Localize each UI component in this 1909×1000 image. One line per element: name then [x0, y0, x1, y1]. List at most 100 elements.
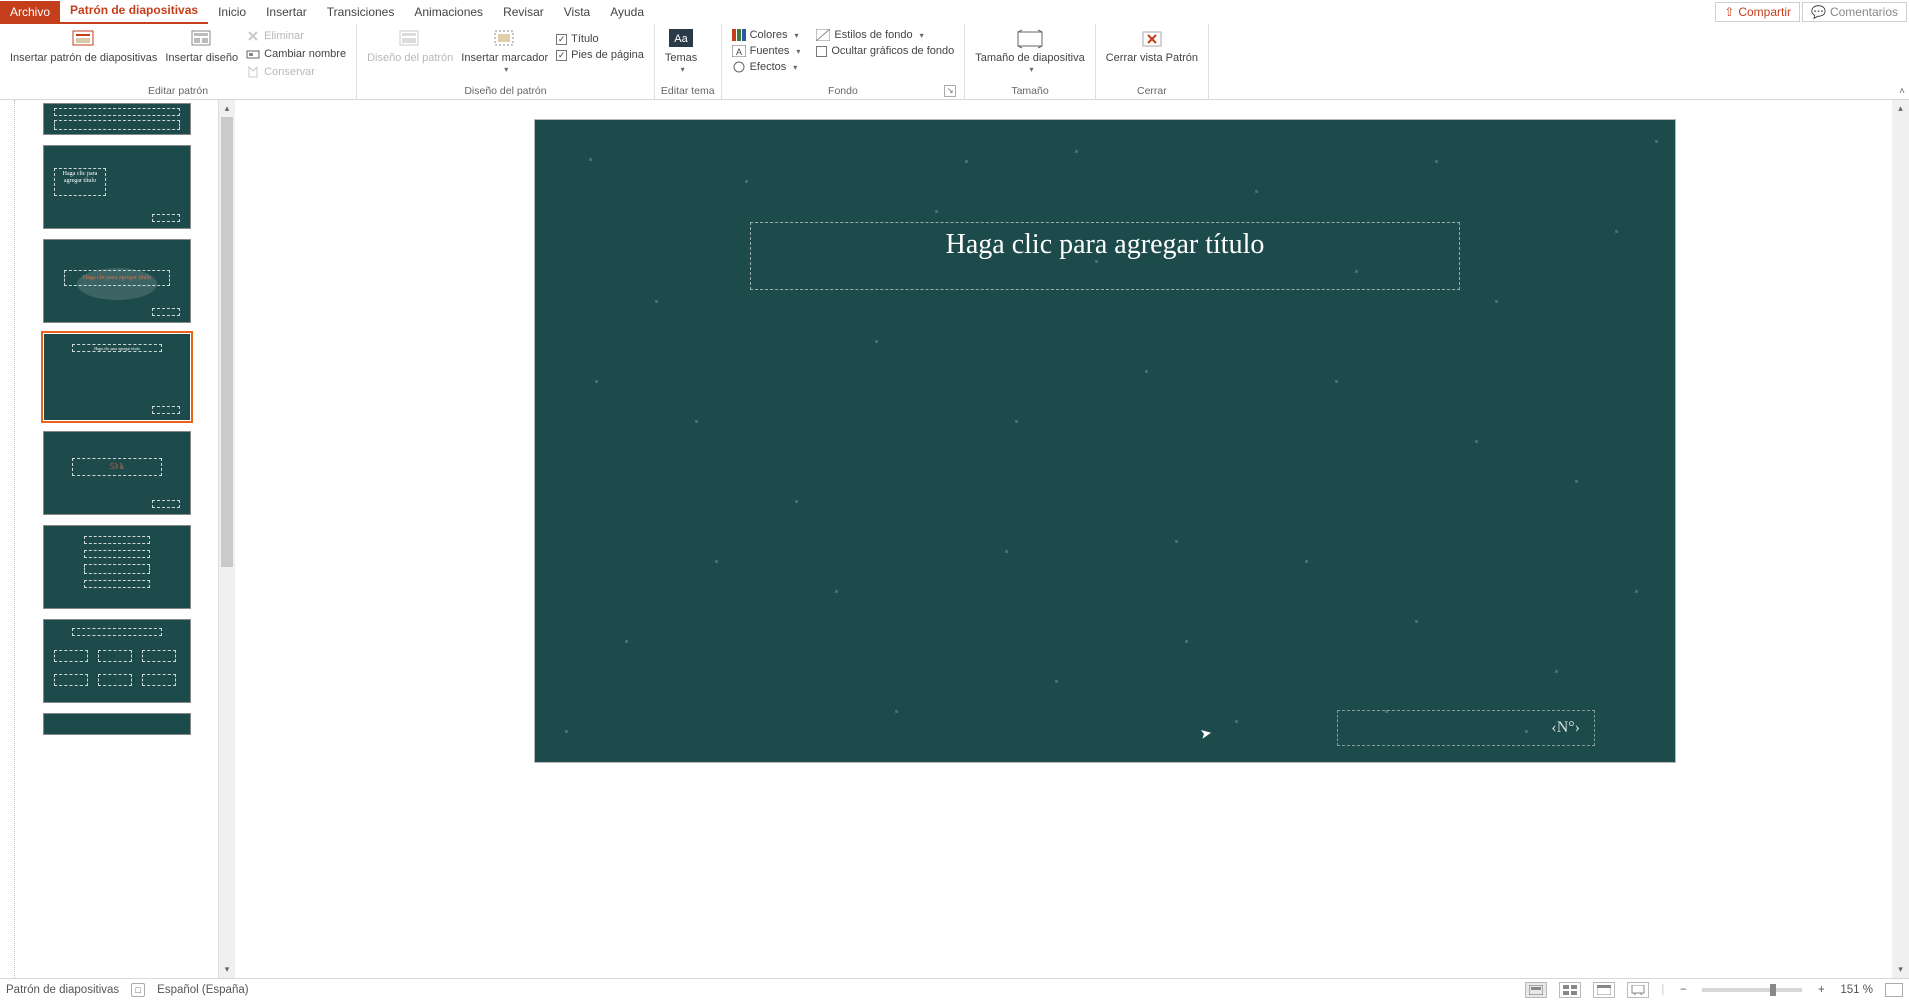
- preserve-button: Conservar: [242, 64, 350, 80]
- tab-strip: Archivo Patrón de diapositivas Inicio In…: [0, 0, 1909, 24]
- tab-animations[interactable]: Animaciones: [404, 1, 493, 24]
- effects-icon: [732, 61, 746, 73]
- insert-layout-label: Insertar diseño: [165, 52, 238, 64]
- share-button[interactable]: ⇧ Compartir: [1715, 2, 1800, 22]
- checkbox-unchecked-icon: [816, 46, 827, 57]
- master-layout-button: Diseño del patrón: [363, 26, 457, 66]
- colors-icon: [732, 29, 746, 41]
- slide-size-button[interactable]: Tamaño de diapositiva: [971, 26, 1088, 78]
- share-icon: ⇧: [1724, 5, 1734, 19]
- delete-label: Eliminar: [264, 30, 304, 42]
- status-mode: Patrón de diapositivas: [6, 984, 119, 996]
- tab-file[interactable]: Archivo: [0, 1, 60, 24]
- group-label-edit-master: Editar patrón: [6, 84, 350, 99]
- layout-thumbnail[interactable]: Haga clic para agregar título: [44, 146, 190, 228]
- svg-text:A: A: [736, 47, 742, 57]
- delete-layout-button: Eliminar: [242, 28, 350, 44]
- scroll-up-icon[interactable]: ▴: [219, 100, 235, 117]
- zoom-slider-knob[interactable]: [1770, 984, 1776, 996]
- canvas-scrollbar[interactable]: ▴ ▾: [1892, 100, 1909, 978]
- themes-button[interactable]: Aa Temas: [661, 26, 701, 78]
- scroll-down-icon[interactable]: ▾: [219, 961, 235, 978]
- close-master-view-label: Cerrar vista Patrón: [1106, 52, 1198, 64]
- layout-thumbnail[interactable]: [44, 714, 190, 734]
- comments-button[interactable]: 💬 Comentarios: [1802, 2, 1907, 22]
- zoom-slider[interactable]: [1702, 988, 1802, 992]
- normal-view-button[interactable]: [1525, 982, 1547, 998]
- zoom-in-button[interactable]: +: [1814, 984, 1828, 996]
- background-styles-label: Estilos de fondo: [834, 29, 912, 41]
- status-bar: Patrón de diapositivas □ Español (España…: [0, 978, 1909, 1000]
- insert-placeholder-button[interactable]: Insertar marcador: [457, 26, 552, 78]
- insert-layout-icon: [186, 28, 218, 50]
- tab-insert[interactable]: Insertar: [256, 1, 317, 24]
- scroll-up-icon[interactable]: ▴: [1892, 100, 1909, 117]
- layout-thumbnail[interactable]: 53 k: [44, 432, 190, 514]
- tab-slide-master[interactable]: Patrón de diapositivas: [60, 0, 208, 24]
- slide-size-label: Tamaño de diapositiva: [975, 52, 1084, 64]
- hide-bg-graphics-checkbox[interactable]: Ocultar gráficos de fondo: [812, 44, 958, 58]
- title-checkbox-label: Título: [571, 33, 599, 45]
- background-dialog-launcher[interactable]: ↘: [944, 85, 956, 97]
- fonts-label: Fuentes: [750, 45, 790, 57]
- slide-canvas[interactable]: Haga clic para agregar título ‹N°›: [535, 120, 1675, 762]
- slideshow-view-button[interactable]: [1627, 982, 1649, 998]
- comments-label: Comentarios: [1830, 5, 1898, 19]
- preserve-label: Conservar: [264, 66, 315, 78]
- thumbnails-scrollbar[interactable]: ▴ ▾: [218, 100, 235, 978]
- group-label-design: Diseño del patrón: [363, 84, 648, 99]
- status-language[interactable]: Español (España): [157, 984, 248, 996]
- tab-help[interactable]: Ayuda: [600, 1, 654, 24]
- title-checkbox[interactable]: ✓ Título: [552, 32, 648, 46]
- layout-thumbnail[interactable]: [44, 526, 190, 608]
- insert-slide-master-label: Insertar patrón de diapositivas: [10, 52, 157, 64]
- rename-layout-button[interactable]: Cambiar nombre: [242, 46, 350, 62]
- layout-thumbnail[interactable]: [44, 620, 190, 702]
- tab-transitions[interactable]: Transiciones: [317, 1, 405, 24]
- title-placeholder-text: Haga clic para agregar título: [946, 229, 1265, 261]
- group-design-master: Diseño del patrón Insertar marcador ✓ Tí…: [357, 24, 655, 99]
- group-background: Colores A Fuentes Efectos Estilos de fon…: [722, 24, 966, 99]
- footers-checkbox-label: Pies de página: [571, 49, 644, 61]
- themes-label: Temas: [665, 52, 697, 64]
- footers-checkbox[interactable]: ✓ Pies de página: [552, 48, 648, 62]
- layout-thumbnail-selected[interactable]: Haga clic para agregar título: [44, 334, 190, 420]
- outline-tree-line: [14, 100, 15, 978]
- group-label-close: Cerrar: [1102, 84, 1202, 99]
- tab-review[interactable]: Revisar: [493, 1, 554, 24]
- zoom-value[interactable]: 151 %: [1840, 984, 1873, 996]
- reading-view-button[interactable]: [1593, 982, 1615, 998]
- group-label-theme: Editar tema: [661, 84, 715, 99]
- tab-view[interactable]: Vista: [554, 1, 600, 24]
- fit-to-window-button[interactable]: [1885, 983, 1903, 997]
- svg-text:Aa: Aa: [674, 33, 688, 45]
- insert-layout-button[interactable]: Insertar diseño: [161, 26, 242, 66]
- background-styles-button[interactable]: Estilos de fondo: [812, 28, 958, 42]
- delete-icon: [246, 29, 260, 43]
- fonts-icon: A: [732, 45, 746, 57]
- insert-slide-master-button[interactable]: Insertar patrón de diapositivas: [6, 26, 161, 66]
- slide-canvas-area[interactable]: Haga clic para agregar título ‹N°› ➤ ▴ ▾: [235, 100, 1909, 978]
- master-layout-label: Diseño del patrón: [367, 52, 453, 64]
- scroll-down-icon[interactable]: ▾: [1892, 961, 1909, 978]
- close-master-view-button[interactable]: Cerrar vista Patrón: [1102, 26, 1202, 66]
- thumbnail-pane: Haga clic para agregar título Haga clic …: [0, 100, 235, 978]
- group-label-size: Tamaño: [971, 84, 1088, 99]
- effects-button[interactable]: Efectos: [728, 60, 805, 74]
- layout-thumbnail[interactable]: Haga clic para agregar título: [44, 240, 190, 322]
- layout-thumbnail[interactable]: [44, 104, 190, 134]
- colors-button[interactable]: Colores: [728, 28, 805, 42]
- slide-number-placeholder[interactable]: ‹N°›: [1337, 710, 1595, 746]
- group-edit-theme: Aa Temas Editar tema: [655, 24, 722, 99]
- collapse-ribbon-button[interactable]: ˄: [1899, 86, 1905, 97]
- title-placeholder[interactable]: Haga clic para agregar título: [750, 222, 1460, 290]
- tab-home[interactable]: Inicio: [208, 1, 256, 24]
- sorter-view-button[interactable]: [1559, 982, 1581, 998]
- accessibility-icon[interactable]: □: [131, 983, 145, 997]
- group-edit-master: Insertar patrón de diapositivas Insertar…: [0, 24, 357, 99]
- fonts-button[interactable]: A Fuentes: [728, 44, 805, 58]
- zoom-out-button[interactable]: −: [1676, 984, 1690, 996]
- scrollbar-handle[interactable]: [221, 117, 233, 567]
- background-styles-icon: [816, 29, 830, 41]
- checkbox-checked-icon: ✓: [556, 50, 567, 61]
